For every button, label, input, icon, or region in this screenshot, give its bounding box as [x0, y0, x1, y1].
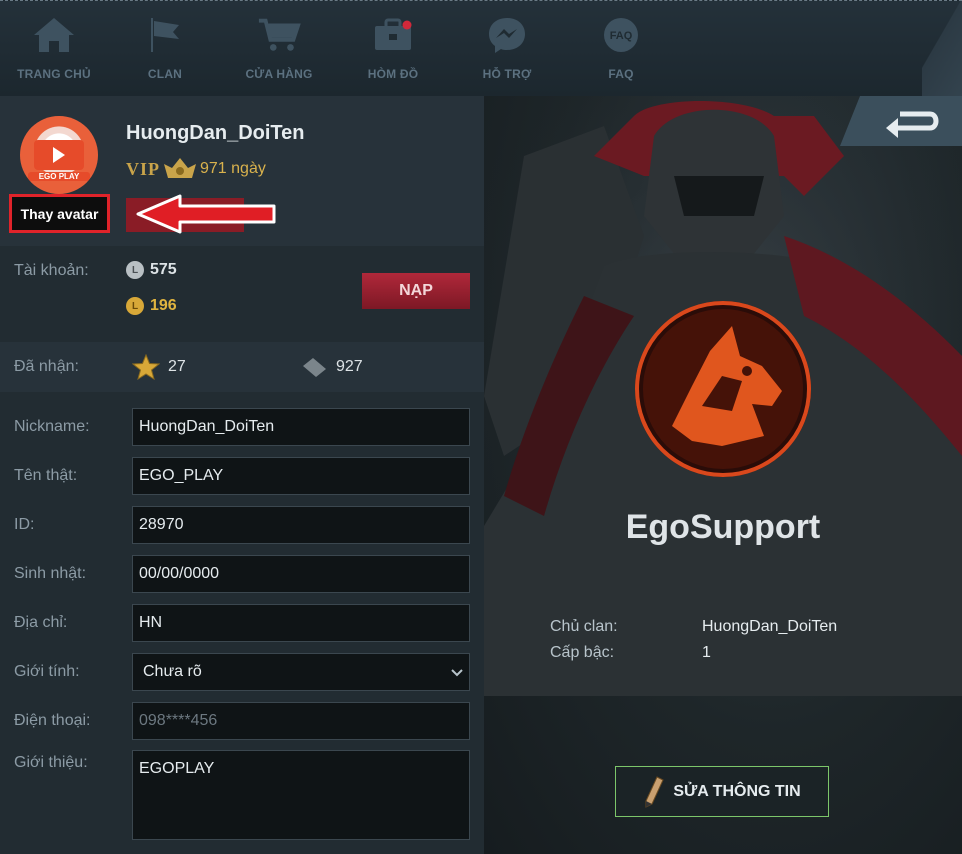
faq-icon-text: FAQ [610, 30, 633, 42]
clan-rank-label: Cấp bậc: [550, 644, 615, 661]
phone-input[interactable]: 098****456 [132, 702, 470, 740]
real-name-row: Tên thật: EGO_PLAY [0, 457, 484, 495]
profile-header: EGO PLAY HuongDan_DoiTen VIP 971 ngày Th… [0, 96, 484, 246]
nav-clan[interactable]: CLAN [108, 1, 222, 97]
address-input[interactable]: HN [132, 604, 470, 642]
intro-textarea[interactable]: EGOPLAY [132, 750, 470, 840]
home-icon [32, 15, 76, 55]
profile-panel: EGO PLAY HuongDan_DoiTen VIP 971 ngày Th… [0, 96, 484, 854]
id-input[interactable]: 28970 [132, 506, 470, 544]
clan-name: EgoSupport [625, 508, 821, 546]
avatar[interactable]: EGO PLAY [20, 116, 98, 194]
tickets-received: 927 [300, 354, 363, 380]
real-name-input[interactable]: EGO_PLAY [132, 457, 470, 495]
address-row: Địa chỉ: HN [0, 604, 484, 642]
stars-received: 27 [132, 354, 186, 380]
phone-label: Điện thoại: [14, 712, 91, 729]
gender-label: Giới tính: [14, 663, 80, 680]
vip-label: VIP [126, 158, 160, 179]
cart-icon [257, 15, 301, 55]
received-label: Đã nhận: [14, 358, 79, 375]
flag-icon [143, 15, 187, 55]
vip-status: VIP 971 ngày [126, 156, 266, 182]
chest-icon [371, 15, 415, 55]
id-row: ID: 28970 [0, 506, 484, 544]
silver-coin-icon: L [126, 261, 144, 279]
clan-rank-value: 1 [702, 644, 711, 661]
tickets-count: 927 [336, 358, 363, 375]
top-navigation: TRANG CHỦ CLAN CỬA HÀNG HÒM ĐỒ HỖ TRỢ FA… [0, 0, 962, 97]
gold-balance: L 196 [126, 297, 177, 315]
clan-owner-label: Chủ clan: [550, 618, 618, 635]
nav-faq-label: FAQ [608, 67, 634, 81]
edit-info-label: SỬA THÔNG TIN [673, 782, 801, 800]
gold-coin-icon: L [126, 297, 144, 315]
username: HuongDan_DoiTen [126, 122, 305, 144]
clan-owner-row: Chủ clan: HuongDan_DoiTen [550, 618, 837, 644]
nav-inventory-label: HÒM ĐỒ [367, 67, 419, 81]
birthday-label: Sinh nhật: [14, 565, 87, 582]
topup-button[interactable]: NẠP [362, 273, 470, 309]
clan-panel: EgoSupport Chủ clan: HuongDan_DoiTen Cấp… [484, 96, 962, 854]
avatar-play-icon [34, 140, 84, 170]
nickname-row: Nickname: HuongDan_DoiTen [0, 408, 484, 446]
silver-balance: L 575 [126, 261, 177, 279]
stars-count: 27 [168, 358, 186, 375]
nickname-input[interactable]: HuongDan_DoiTen [132, 408, 470, 446]
nickname-label: Nickname: [14, 418, 90, 435]
nav-support-label: HỖ TRỢ [482, 67, 532, 81]
gender-select[interactable]: Chưa rõ [132, 653, 470, 691]
edit-info-button[interactable]: SỬA THÔNG TIN [615, 766, 829, 817]
clan-info: Chủ clan: HuongDan_DoiTen Cấp bậc: 1 [550, 618, 837, 670]
account-label: Tài khoản: [14, 262, 89, 279]
intro-label: Giới thiệu: [14, 754, 88, 771]
chevron-down-icon [451, 669, 463, 677]
avatar-badge-text: EGO PLAY [28, 172, 90, 181]
pencil-icon [645, 775, 664, 808]
clan-emblem [635, 301, 811, 477]
address-label: Địa chỉ: [14, 614, 68, 631]
back-button[interactable] [840, 96, 962, 146]
gender-value: Chưa rõ [143, 663, 202, 680]
ticket-icon [303, 358, 326, 377]
phone-row: Điện thoại: 098****456 [0, 702, 484, 740]
account-section: Tài khoản: L 575 L 196 NẠP [0, 246, 484, 332]
star-icon [132, 354, 160, 380]
change-avatar-button[interactable]: Thay avatar [9, 194, 110, 233]
faq-icon: FAQ [599, 15, 643, 55]
birthday-row: Sinh nhật: 00/00/0000 [0, 555, 484, 593]
gold-amount: 196 [150, 297, 177, 314]
messenger-icon [485, 15, 529, 55]
birthday-input[interactable]: 00/00/0000 [132, 555, 470, 593]
real-name-label: Tên thật: [14, 467, 78, 484]
nav-home-label: TRANG CHỦ [17, 67, 91, 81]
silver-amount: 575 [150, 261, 177, 278]
nav-edge-decoration [922, 1, 962, 97]
received-section: Đã nhận: 27 927 [0, 342, 484, 392]
gender-row: Giới tính: Chưa rõ [0, 653, 484, 691]
nav-support[interactable]: HỖ TRỢ [450, 1, 564, 97]
vip-crest-icon [164, 158, 196, 178]
id-label: ID: [14, 516, 35, 533]
nav-faq[interactable]: FAQ FAQ [564, 1, 678, 97]
vip-days: 971 ngày [200, 160, 266, 177]
nav-inventory[interactable]: HÒM ĐỒ [336, 1, 450, 97]
clan-owner-value: HuongDan_DoiTen [702, 618, 838, 635]
nav-shop-label: CỬA HÀNG [245, 67, 313, 81]
red-arrow-annotation [136, 194, 276, 234]
nav-shop[interactable]: CỬA HÀNG [222, 1, 336, 97]
intro-row: Giới thiệu: EGOPLAY [0, 750, 484, 840]
nav-home[interactable]: TRANG CHỦ [0, 1, 108, 97]
nav-clan-label: CLAN [147, 67, 183, 81]
clan-rank-row: Cấp bậc: 1 [550, 644, 837, 670]
